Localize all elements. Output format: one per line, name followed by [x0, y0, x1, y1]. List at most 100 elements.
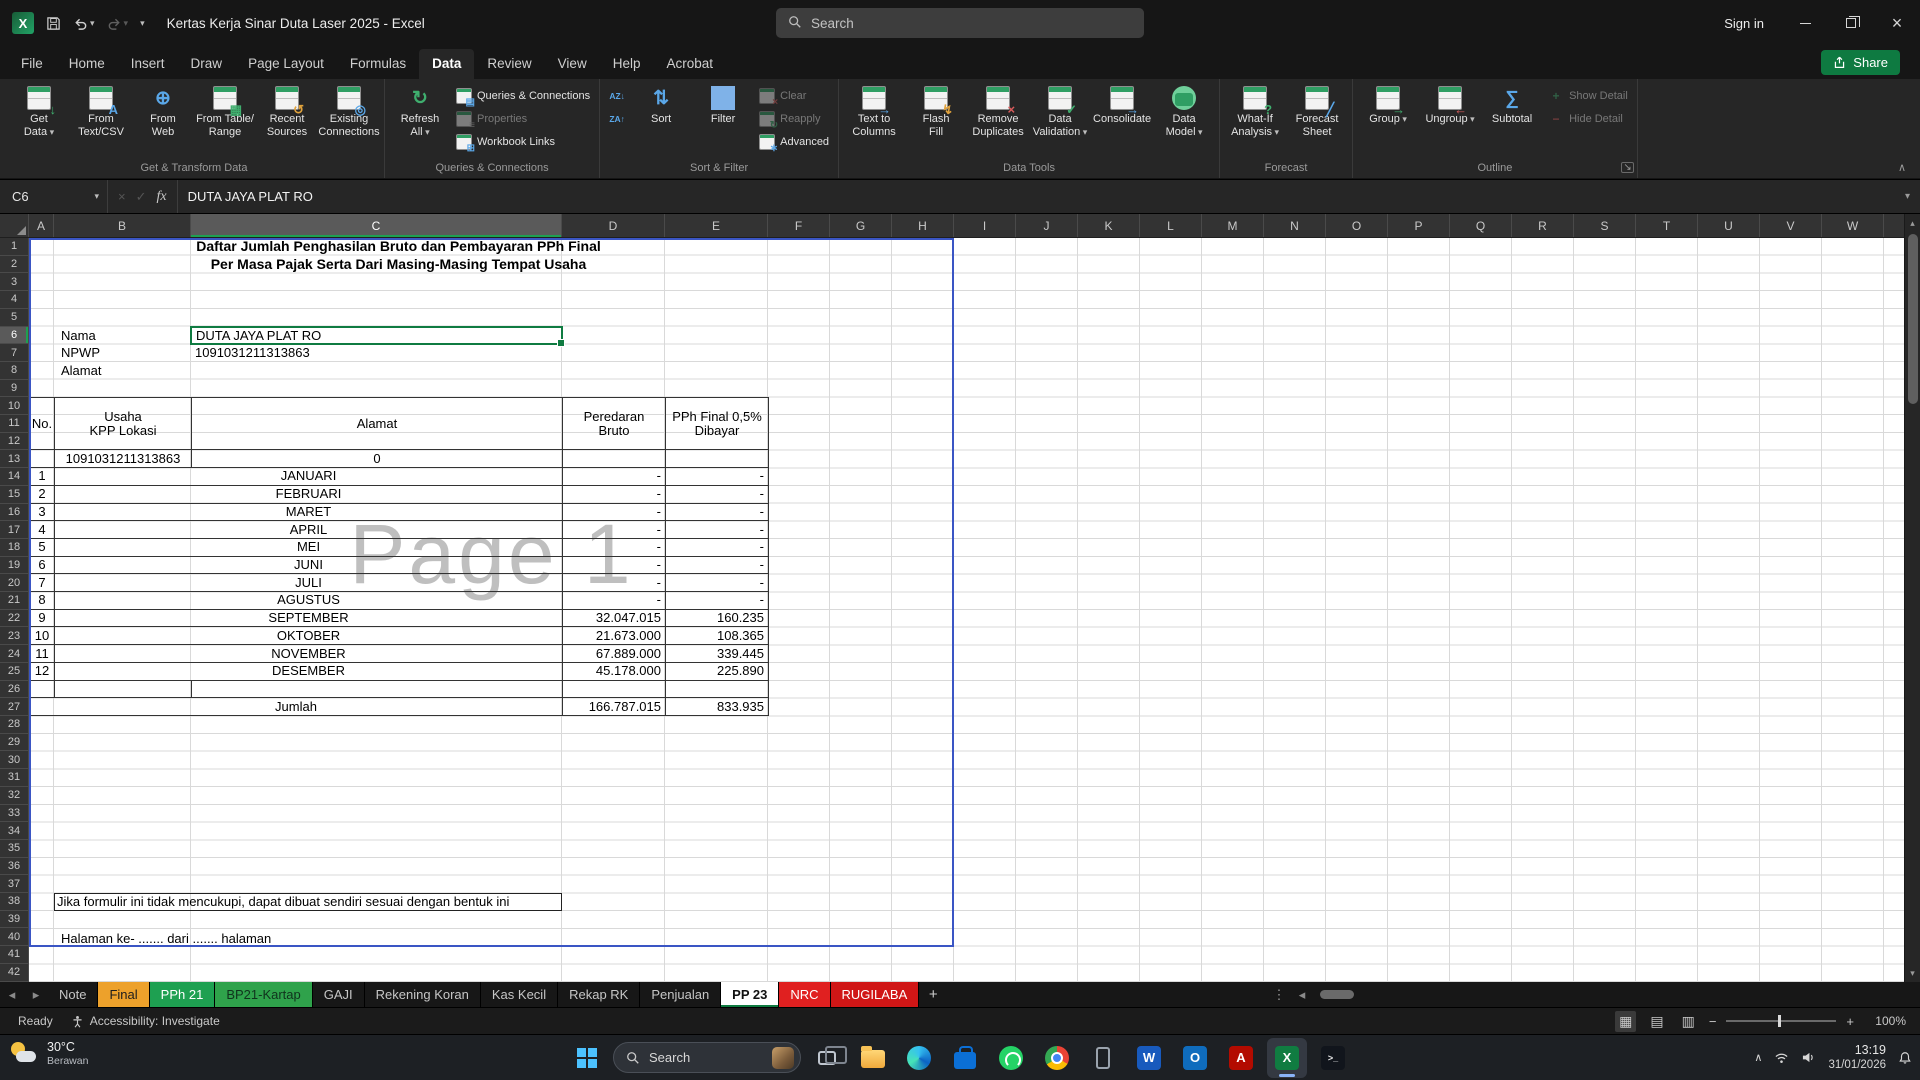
row-header-3[interactable]: 3 [0, 273, 29, 292]
column-header-a[interactable]: A [29, 214, 54, 237]
reapply-button[interactable]: Reapply [755, 108, 833, 131]
zoom-level[interactable]: 100% [1864, 1014, 1906, 1028]
sheet-tab-final[interactable]: Final [98, 982, 150, 1007]
cell-no[interactable]: 7 [29, 573, 55, 593]
row-header-19[interactable]: 19 [0, 556, 29, 575]
hscroll-left-icon[interactable]: ◂ [1290, 982, 1314, 1007]
confirm-entry-icon[interactable]: ✓ [136, 189, 147, 205]
row-header-25[interactable]: 25 [0, 662, 29, 681]
menu-tab-home[interactable]: Home [56, 49, 118, 79]
row-header-22[interactable]: 22 [0, 609, 29, 628]
row-header-39[interactable]: 39 [0, 910, 29, 929]
cell-no[interactable]: 5 [29, 537, 55, 557]
zoom-in-icon[interactable]: + [1846, 1014, 1854, 1029]
row-header-5[interactable]: 5 [0, 308, 29, 327]
taskbar-edge-icon[interactable] [899, 1038, 939, 1078]
properties-button[interactable]: Properties [452, 108, 594, 131]
name-box-dropdown-icon[interactable]: ▾ [94, 191, 99, 202]
hidden-icons-chevron[interactable]: ∧ [1754, 1051, 1762, 1064]
jumlah-label[interactable]: Jumlah [29, 697, 563, 716]
cell-no[interactable]: 6 [29, 555, 55, 575]
horizontal-scroll-thumb[interactable] [1320, 990, 1354, 999]
sheet-tab-rugilaba[interactable]: RUGILABA [830, 982, 920, 1007]
cell-month[interactable]: AGUSTUS [54, 591, 563, 610]
row-header-13[interactable]: 13 [0, 450, 29, 469]
cell-no[interactable]: 1 [29, 467, 55, 486]
cell-bruto[interactable]: - [562, 537, 666, 557]
cell-bruto[interactable]: - [562, 502, 666, 522]
row-header-15[interactable]: 15 [0, 485, 29, 504]
scroll-up-icon[interactable]: ▴ [1905, 214, 1920, 232]
cell-month[interactable]: JUNI [54, 555, 563, 575]
sheet-tab-bp21-kartap[interactable]: BP21-Kartap [215, 982, 313, 1007]
taskbar-search-box[interactable]: Search [613, 1042, 801, 1073]
menu-tab-insert[interactable]: Insert [118, 49, 178, 79]
row-header-4[interactable]: 4 [0, 291, 29, 309]
add-sheet-button[interactable]: + [919, 982, 947, 1007]
menu-tab-view[interactable]: View [545, 49, 600, 79]
btn-button[interactable] [605, 85, 629, 107]
row-header-29[interactable]: 29 [0, 733, 29, 752]
row-header-30[interactable]: 30 [0, 751, 29, 770]
menu-tab-help[interactable]: Help [600, 49, 654, 79]
cell-bruto[interactable]: 21.673.000 [562, 626, 666, 646]
column-header-h[interactable]: H [892, 214, 954, 237]
row-header-8[interactable]: 8 [0, 361, 29, 380]
btn-button[interactable] [605, 108, 629, 130]
cell-month[interactable]: JULI [54, 573, 563, 593]
show-detail-button[interactable]: Show Detail [1544, 85, 1632, 107]
column-header-k[interactable]: K [1078, 214, 1140, 237]
formula-input[interactable]: DUTA JAYA PLAT RO [178, 189, 1895, 204]
sheet-tab-rekening-koran[interactable]: Rekening Koran [365, 982, 481, 1007]
recent-sources-button[interactable]: Recent Sources [257, 81, 317, 157]
cell-pph[interactable]: 160.235 [665, 608, 769, 628]
cell-kode[interactable]: 0 [191, 449, 563, 469]
taskbar-chrome-icon[interactable] [1037, 1038, 1077, 1078]
zoom-slider[interactable] [1726, 1015, 1837, 1027]
menu-tab-acrobat[interactable]: Acrobat [653, 49, 726, 79]
tax-table[interactable]: No. Usaha KPP Lokasi Alamat Peredaran Brut… [29, 397, 769, 716]
cell-pph[interactable]: 108.365 [665, 626, 769, 646]
cell-pph[interactable]: - [665, 537, 769, 557]
cell-no[interactable]: 12 [29, 661, 55, 681]
cell-month[interactable]: SEPTEMBER [54, 608, 563, 628]
menu-tab-data[interactable]: Data [419, 49, 475, 79]
sheet-tab-kas-kecil[interactable]: Kas Kecil [481, 982, 559, 1007]
select-all-corner[interactable] [0, 214, 29, 237]
row-header-31[interactable]: 31 [0, 769, 29, 787]
cell-month[interactable]: NOVEMBER [54, 644, 563, 663]
cell-bruto[interactable]: - [562, 467, 666, 486]
sheet-tab-note[interactable]: Note [48, 982, 99, 1007]
queries-connections-button[interactable]: Queries & Connections [452, 85, 594, 108]
column-header-j[interactable]: J [1016, 214, 1078, 237]
cell-pph[interactable]: - [665, 555, 769, 575]
sheet-tab-rekap-rk[interactable]: Rekap RK [558, 982, 641, 1007]
row-header-28[interactable]: 28 [0, 715, 29, 734]
customize-qat-icon[interactable]: ▾ [140, 18, 145, 29]
data-model-button[interactable]: Data Model ▾ [1154, 81, 1214, 157]
row-header-20[interactable]: 20 [0, 574, 29, 593]
column-header-f[interactable]: F [768, 214, 830, 237]
clock[interactable]: 13:19 31/01/2026 [1828, 1043, 1886, 1072]
page-layout-view-icon[interactable]: ▤ [1646, 1011, 1667, 1032]
redo-button[interactable]: ▾ [107, 16, 128, 31]
cell-bruto[interactable]: - [562, 573, 666, 593]
sheet-tab-nrc[interactable]: NRC [779, 982, 831, 1007]
menu-tab-draw[interactable]: Draw [178, 49, 236, 79]
cell-month[interactable]: FEBRUARI [54, 484, 563, 504]
page-break-view-icon[interactable]: ▥ [1678, 1011, 1699, 1032]
tab-scroll-right-icon[interactable]: ▸ [24, 982, 48, 1007]
ungroup-button[interactable]: Ungroup ▾ [1420, 81, 1480, 157]
cell-pph[interactable]: - [665, 591, 769, 610]
row-header-21[interactable]: 21 [0, 592, 29, 610]
cell-pph[interactable]: - [665, 467, 769, 486]
row-header-9[interactable]: 9 [0, 379, 29, 398]
cell-pph[interactable]: - [665, 502, 769, 522]
tab-options-icon[interactable]: ⋮ [1268, 982, 1290, 1007]
existing-connections-button[interactable]: Existing Connections [318, 81, 380, 157]
sign-in-button[interactable]: Sign in [1706, 16, 1782, 31]
cell-npwp[interactable]: 1091031211313863 [54, 449, 192, 469]
forecast-sheet-button[interactable]: Forecast Sheet [1287, 81, 1347, 157]
cell-bruto[interactable]: - [562, 520, 666, 539]
taskbar-task-view-icon[interactable] [807, 1038, 847, 1078]
